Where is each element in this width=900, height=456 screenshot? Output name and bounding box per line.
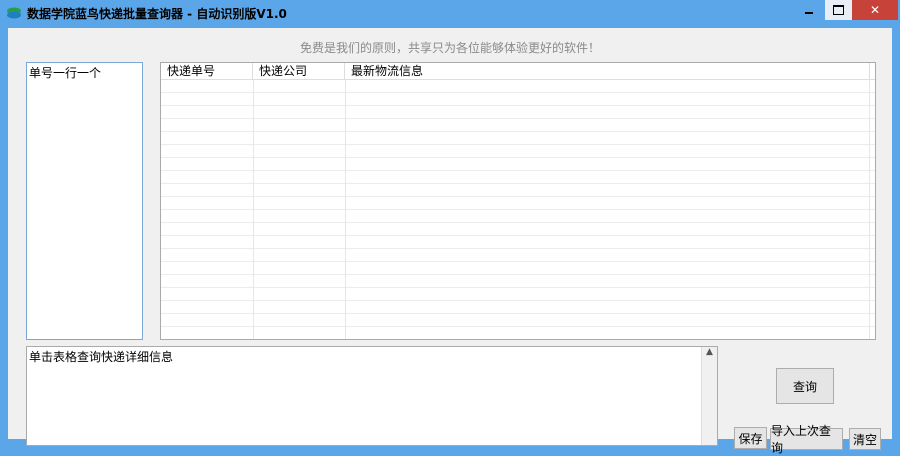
detail-info-box[interactable]: 单击表格查询快递详细信息 ▲ — [26, 346, 718, 446]
vertical-scrollbar[interactable]: ▲ — [701, 347, 717, 445]
minimize-button[interactable] — [796, 0, 822, 20]
column-header-number[interactable]: 快递单号 — [161, 63, 253, 79]
maximize-button[interactable] — [825, 0, 852, 20]
slogan: 免费是我们的原则，共享只为各位能够体验更好的软件！ — [299, 41, 600, 55]
maximize-icon — [833, 5, 844, 15]
client-area: 免费是我们的原则，共享只为各位能够体验更好的软件！ 单号一行一个 快递单号 快递… — [8, 28, 892, 455]
scroll-up-icon: ▲ — [706, 347, 713, 357]
title-bar: 数据学院蓝鸟快递批量查询器 - 自动识别版V1.0 ✕ — [0, 0, 900, 27]
column-header-latest-info[interactable]: 最新物流信息 — [345, 63, 870, 79]
close-button[interactable]: ✕ — [852, 0, 898, 20]
table-rows — [161, 80, 875, 339]
detail-info-text: 单击表格查询快递详细信息 — [29, 350, 174, 364]
save-button[interactable]: 保存 — [734, 427, 767, 449]
minimize-icon — [805, 12, 813, 14]
app-logo-icon — [7, 7, 21, 19]
tracking-numbers-text: 单号一行一个 — [29, 66, 102, 80]
tracking-numbers-input[interactable]: 单号一行一个 — [26, 62, 143, 340]
clear-button[interactable]: 清空 — [849, 428, 881, 450]
results-table[interactable]: 快递单号 快递公司 最新物流信息 — [160, 62, 876, 340]
column-header-company[interactable]: 快递公司 — [253, 63, 345, 79]
column-divider — [869, 63, 870, 339]
column-divider — [345, 63, 346, 339]
window-title: 数据学院蓝鸟快递批量查询器 - 自动识别版V1.0 — [27, 7, 287, 21]
query-button[interactable]: 查询 — [776, 368, 834, 404]
column-divider — [253, 63, 254, 339]
import-last-query-button[interactable]: 导入上次查询 — [770, 424, 843, 455]
close-icon: ✕ — [869, 3, 881, 17]
table-header: 快递单号 快递公司 最新物流信息 — [161, 63, 875, 80]
